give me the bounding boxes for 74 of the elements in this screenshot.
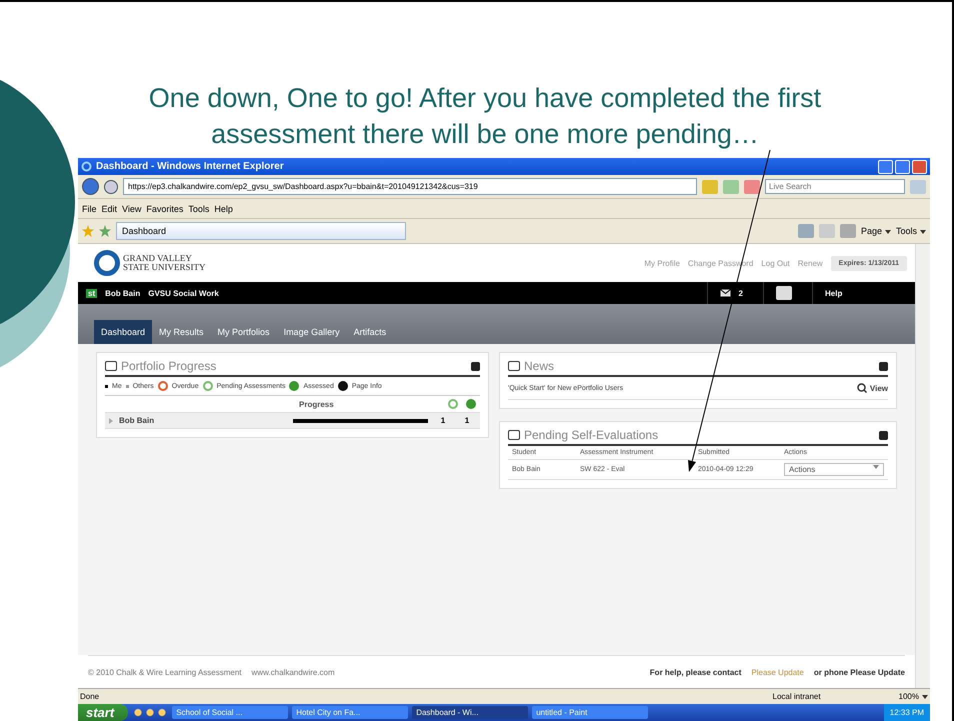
chart-icon xyxy=(508,430,520,440)
taskbar-button[interactable]: untitled - Paint xyxy=(532,706,648,719)
menu-item[interactable]: View xyxy=(122,204,142,214)
panel-title: Portfolio Progress xyxy=(121,359,216,373)
quick-launch-icons[interactable] xyxy=(132,708,168,717)
expand-toggle[interactable] xyxy=(109,418,113,424)
back-button[interactable] xyxy=(82,178,99,195)
envelope-icon[interactable] xyxy=(720,289,731,297)
toolbar-menu-button[interactable]: Tools xyxy=(896,226,926,236)
help-text: or phone Please Update xyxy=(814,668,905,676)
zone-text: Local intranet xyxy=(772,692,822,701)
minimize-icon[interactable] xyxy=(879,362,888,370)
forward-button[interactable] xyxy=(104,180,118,194)
minimize-button[interactable] xyxy=(878,160,893,174)
minimize-icon[interactable] xyxy=(879,430,888,440)
pending-count: 1 xyxy=(440,416,446,425)
nav-tab[interactable]: Artifacts xyxy=(346,320,394,344)
ie-icon xyxy=(81,161,92,172)
user-name: Bob Bain xyxy=(105,288,140,298)
panel-title: Pending Self-Evaluations xyxy=(524,428,658,442)
nav-tab[interactable]: Dashboard xyxy=(94,320,152,344)
help-text: For help, please contact xyxy=(650,668,742,676)
nav-tab[interactable]: My Portfolios xyxy=(210,320,277,344)
logo-text: GRAND VALLEY xyxy=(123,254,193,263)
info-icon xyxy=(338,381,348,391)
taskbar-button[interactable]: Hotel City on Fa... xyxy=(292,706,408,719)
menu-item[interactable]: Favorites xyxy=(146,204,184,214)
chevron-icon xyxy=(873,465,879,469)
check-icon xyxy=(289,381,300,391)
start-button[interactable]: start xyxy=(78,704,128,721)
user-badge: st xyxy=(86,288,98,298)
pending-icon xyxy=(202,381,213,391)
nav-tab[interactable]: My Results xyxy=(152,320,211,344)
taskbar-button[interactable]: School of Social ... xyxy=(172,706,288,719)
menu-item[interactable]: Tools xyxy=(188,204,210,214)
program-name: GVSU Social Work xyxy=(148,288,219,298)
chart-icon xyxy=(105,361,117,371)
window-title: Dashboard - Windows Internet Explorer xyxy=(96,161,284,172)
overdue-icon xyxy=(158,381,168,391)
clock: 12:33 PM xyxy=(890,708,924,717)
student-name: Bob Bain xyxy=(119,416,154,425)
message-count: 2 xyxy=(738,288,743,298)
check-icon xyxy=(466,399,476,409)
maximize-button[interactable] xyxy=(895,160,910,174)
browser-tab[interactable]: Dashboard xyxy=(116,222,406,240)
status-text: Done xyxy=(80,692,100,701)
column-header: Progress xyxy=(299,400,334,408)
minimize-icon[interactable] xyxy=(471,362,480,370)
rss-icon xyxy=(508,361,520,371)
close-button[interactable] xyxy=(912,160,927,174)
favorites-star-icon[interactable] xyxy=(82,225,94,237)
site-link[interactable]: www.chalkandwire.com xyxy=(252,668,335,676)
menu-item[interactable]: Edit xyxy=(102,204,118,214)
help-menu[interactable]: Help xyxy=(825,288,842,298)
nav-tab[interactable]: Image Gallery xyxy=(276,320,347,344)
actions-dropdown[interactable]: Actions xyxy=(784,463,884,476)
toolbar-menu-button[interactable]: Page xyxy=(860,226,891,236)
assessed-count: 1 xyxy=(464,416,470,425)
view-link[interactable]: View xyxy=(870,384,888,392)
pending-icon xyxy=(448,399,458,409)
magnifier-icon xyxy=(856,383,867,393)
taskbar-button[interactable]: Dashboard - Wi... xyxy=(412,706,528,719)
university-logo-icon xyxy=(94,250,120,276)
scrollbar[interactable] xyxy=(915,244,930,688)
add-favorites-icon[interactable] xyxy=(99,225,111,237)
slide-title: One down, One to go! After you have completed the first assessment there will be one more pending… xyxy=(148,82,822,151)
menu-item[interactable]: Help xyxy=(214,204,233,214)
copyright-text: © 2010 Chalk & Wire Learning Assessment xyxy=(88,668,242,676)
search-field[interactable]: Live Search xyxy=(765,179,905,194)
address-field[interactable]: https://ep3.chalkandwire.com/ep2_gvsu_sw/Dashboard.aspx?u=bbain&t=201049121342&cus=319 xyxy=(123,178,697,195)
logo-text: STATE UNIVERSITY xyxy=(123,263,206,272)
panel-title: News xyxy=(524,359,554,373)
menu-item[interactable]: File xyxy=(82,204,97,214)
zoom-button[interactable]: 100% xyxy=(898,692,928,701)
